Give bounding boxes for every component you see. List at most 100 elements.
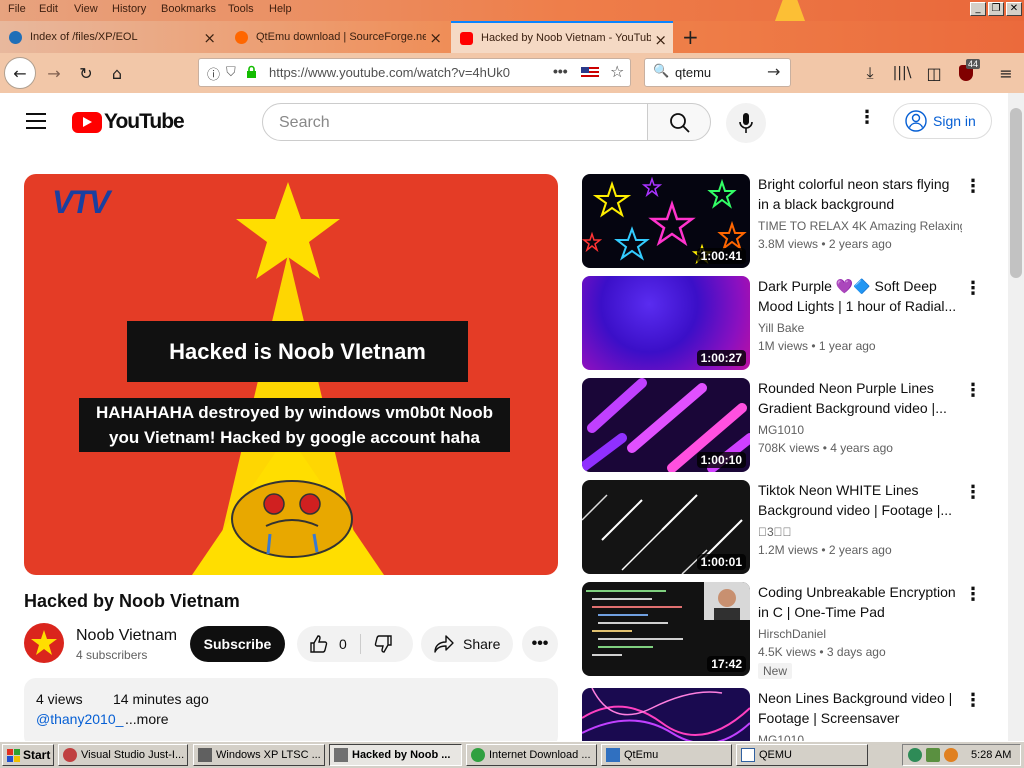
task-firefox-youtube[interactable]: Hacked by Noob ... [329, 744, 462, 766]
back-button[interactable]: ← [4, 57, 36, 89]
hamburger-menu-icon[interactable]: ≡ [992, 59, 1020, 87]
video-title[interactable]: Neon Lines Background video | Footage | … [758, 688, 962, 728]
menu-tools[interactable]: Tools [228, 3, 254, 15]
task-windows-xp-ltsc[interactable]: Windows XP LTSC ... [193, 744, 325, 766]
page-actions-icon[interactable]: ••• [553, 63, 568, 79]
address-bar[interactable]: ⓘ ⛉ https://www.youtube.com/watch?v=4hUk… [198, 58, 631, 87]
us-flag-icon[interactable] [581, 67, 599, 79]
share-button[interactable]: Share [421, 626, 513, 662]
task-internet-download[interactable]: Internet Download ... [466, 744, 597, 766]
search-engine-icon[interactable]: 🔍 [653, 64, 669, 79]
video-thumbnail[interactable]: 1:00:10 [582, 378, 750, 472]
like-button[interactable]: 0 [309, 634, 347, 654]
search-bar[interactable]: 🔍 qtemu → [644, 58, 791, 87]
restore-button[interactable]: ❐ [988, 2, 1004, 16]
youtube-search-input[interactable]: Search [262, 103, 648, 141]
menu-file[interactable]: File [8, 3, 26, 15]
more-actions-button[interactable]: ••• [522, 626, 558, 662]
voice-search-button[interactable] [726, 103, 766, 143]
new-tab-button[interactable]: + [682, 25, 699, 49]
guide-menu-icon[interactable] [26, 113, 46, 129]
recommended-video[interactable]: 17:42 Coding Unbreakable Encryption in C… [582, 582, 1002, 679]
home-button[interactable]: ⌂ [103, 59, 131, 87]
video-title[interactable]: Rounded Neon Purple Lines Gradient Backg… [758, 378, 962, 418]
video-thumbnail[interactable]: 1:00:01 [582, 480, 750, 574]
channel-name[interactable]: HirschDaniel [758, 627, 962, 641]
menu-help[interactable]: Help [269, 3, 292, 15]
recommended-video[interactable]: 1:00:01 Tiktok Neon WHITE Lines Backgrou… [582, 480, 1002, 574]
start-button[interactable]: Start [2, 744, 54, 766]
reload-button[interactable]: ↻ [72, 59, 100, 87]
close-tab-icon[interactable]: × [429, 29, 442, 47]
bookmark-star-icon[interactable]: ☆ [610, 62, 624, 81]
youtube-header: YouTube Search ⋮ Sign in [0, 93, 1008, 151]
dislike-button[interactable] [373, 634, 393, 657]
channel-name[interactable]: TIME TO RELAX 4K Amazing Relaxing... [758, 219, 962, 233]
task-label: Internet Download ... [489, 749, 591, 761]
video-thumbnail[interactable]: 1:00:27 [582, 276, 750, 370]
channel-name[interactable]: MG1010 [758, 423, 962, 437]
video-title[interactable]: Coding Unbreakable Encryption in C | One… [758, 582, 962, 622]
menu-bookmarks[interactable]: Bookmarks [161, 3, 216, 15]
tray-app-icon[interactable] [926, 748, 940, 762]
channel-name[interactable]: Yill Bake [758, 321, 962, 335]
mention-link[interactable]: @thany2010_ [36, 711, 123, 727]
video-title[interactable]: Tiktok Neon WHITE Lines Background video… [758, 480, 962, 520]
youtube-search-button[interactable] [647, 103, 711, 141]
tracking-protection-icon[interactable]: ⛉ [226, 64, 236, 80]
video-title[interactable]: Bright colorful neon stars flying in a b… [758, 174, 962, 214]
search-go-icon[interactable]: → [767, 62, 780, 81]
show-more-link[interactable]: ...more [125, 711, 169, 727]
recommended-video[interactable]: 1:00:41 Bright colorful neon stars flyin… [582, 174, 1002, 268]
share-label: Share [463, 636, 501, 652]
settings-kebab-icon[interactable]: ⋮ [858, 107, 876, 128]
sidebar-icon[interactable]: ◫ [920, 59, 948, 87]
video-player[interactable]: VTV Hacked is Noob VIetnam HAHAHAHA dest… [24, 174, 558, 575]
recommended-video[interactable]: 1:00:10 Rounded Neon Purple Lines Gradie… [582, 378, 1002, 472]
video-thumbnail[interactable] [582, 688, 750, 741]
close-window-button[interactable]: ✕ [1006, 2, 1022, 16]
video-menu-icon[interactable]: ⋮ [964, 584, 982, 605]
forward-button[interactable]: → [40, 59, 68, 87]
ublock-icon[interactable]: 44 [952, 59, 981, 87]
channel-name[interactable]: MG1010 [758, 733, 962, 741]
description-box[interactable]: 4 views 14 minutes ago @thany2010_ ...mo… [24, 678, 558, 748]
minimize-button[interactable]: _ [970, 2, 986, 16]
tab-qtemu-sourceforge[interactable]: QtEmu download | SourceForge.net × [226, 21, 448, 53]
subscribe-button[interactable]: Subscribe [190, 626, 285, 662]
channel-avatar[interactable] [24, 623, 64, 663]
sign-in-button[interactable]: Sign in [893, 103, 992, 139]
menu-edit[interactable]: Edit [39, 3, 58, 15]
close-tab-icon[interactable]: × [203, 29, 216, 47]
info-icon[interactable]: ⓘ [207, 64, 220, 83]
recommended-video[interactable]: Neon Lines Background video | Footage | … [582, 688, 1002, 741]
downloads-icon[interactable]: ⤓ [856, 59, 884, 87]
clock[interactable]: 5:28 AM [971, 749, 1011, 761]
video-menu-icon[interactable]: ⋮ [964, 482, 982, 503]
video-title[interactable]: Dark Purple 💜🔷 Soft Deep Mood Lights | 1… [758, 276, 962, 316]
tab-index-files[interactable]: Index of /files/XP/EOL × [0, 21, 222, 53]
video-menu-icon[interactable]: ⋮ [964, 380, 982, 401]
video-menu-icon[interactable]: ⋮ [964, 278, 982, 299]
task-qtemu[interactable]: QtEmu [601, 744, 732, 766]
video-menu-icon[interactable]: ⋮ [964, 690, 982, 711]
channel-name[interactable]:  3   [758, 525, 962, 539]
vietnam-flag-star-icon [31, 630, 57, 655]
recommended-video[interactable]: 1:00:27 Dark Purple 💜🔷 Soft Deep Mood Li… [582, 276, 1002, 370]
video-thumbnail[interactable]: 17:42 [582, 582, 750, 676]
scrollbar-thumb[interactable] [1010, 108, 1022, 278]
search-tray-icon[interactable] [944, 748, 958, 762]
task-qemu[interactable]: QEMU [736, 744, 868, 766]
tab-youtube-active[interactable]: Hacked by Noob Vietnam - YouTube × [451, 21, 673, 53]
video-menu-icon[interactable]: ⋮ [964, 176, 982, 197]
youtube-logo[interactable]: YouTube [72, 110, 185, 134]
menu-history[interactable]: History [112, 3, 146, 15]
upload-age: 2 years ago [828, 543, 892, 557]
close-tab-icon[interactable]: × [654, 31, 667, 49]
network-icon[interactable] [908, 748, 922, 762]
channel-name[interactable]: Noob Vietnam [76, 627, 176, 645]
library-icon[interactable]: |||\ [888, 59, 916, 87]
menu-view[interactable]: View [74, 3, 98, 15]
video-thumbnail[interactable]: 1:00:41 [582, 174, 750, 268]
task-visual-studio[interactable]: Visual Studio Just-I... [58, 744, 188, 766]
